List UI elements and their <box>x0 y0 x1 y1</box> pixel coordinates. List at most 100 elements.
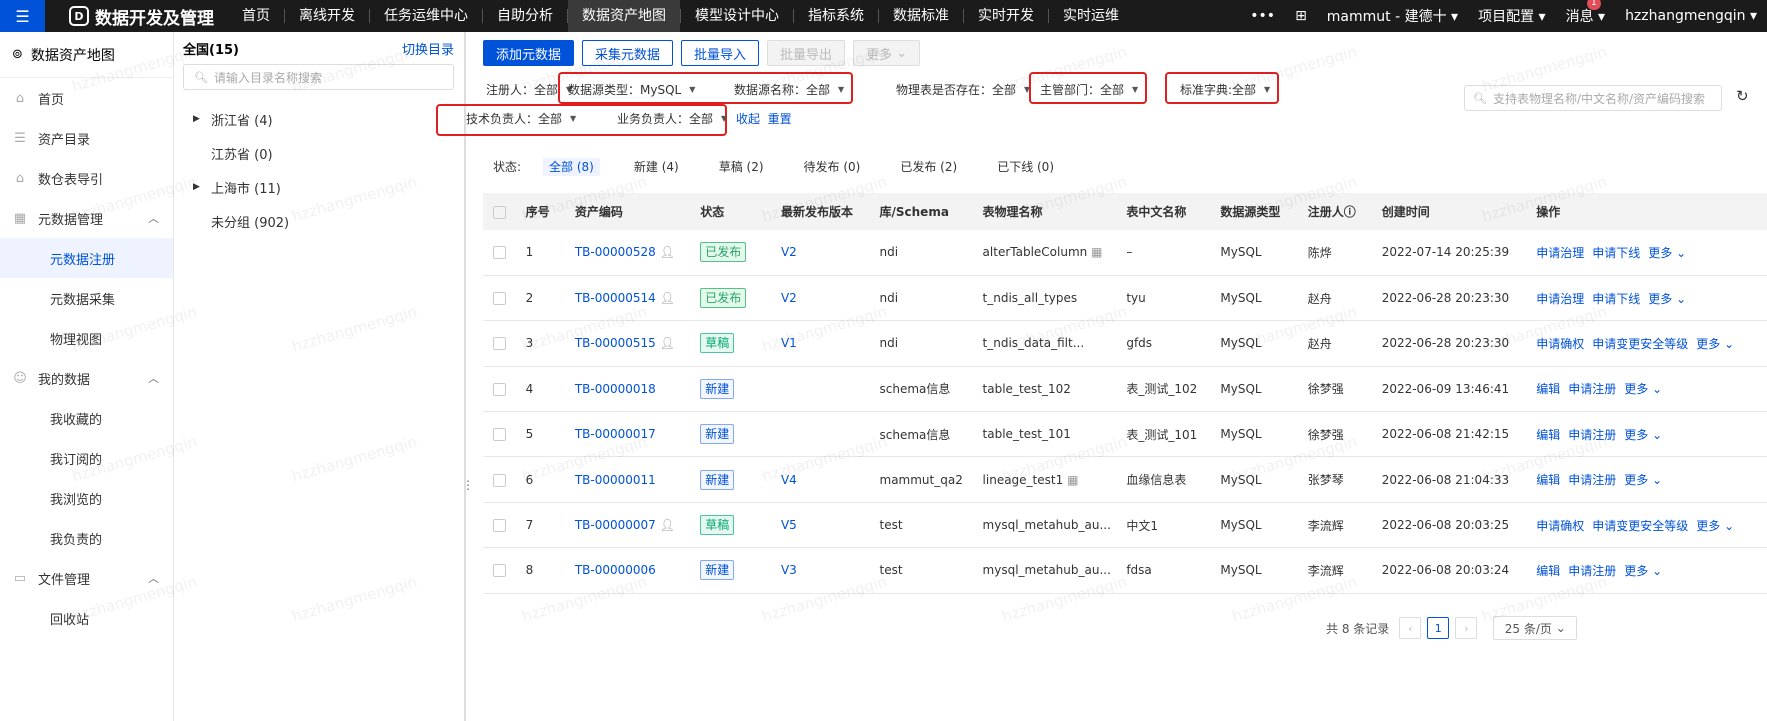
asset-code-link[interactable]: TB-00000006 <box>575 563 656 577</box>
asset-code-link[interactable]: TB-00000514 <box>575 291 656 305</box>
top-nav-item[interactable]: 离线开发 <box>285 0 369 32</box>
more-ops-menu[interactable]: 更多 ⌄ <box>1624 564 1662 578</box>
status-tab[interactable]: 已下线 (0) <box>991 158 1060 176</box>
op-link[interactable]: 编辑 <box>1536 564 1560 578</box>
op-link[interactable]: 申请变更安全等级 <box>1592 519 1688 533</box>
version-link[interactable]: V4 <box>781 473 797 487</box>
sidebar-group[interactable]: ▭ 文件管理 ︿ <box>0 558 173 598</box>
top-nav-item[interactable]: 实时运维 <box>1049 0 1133 32</box>
caret-right-icon[interactable]: ▶ <box>193 182 211 192</box>
version-link[interactable]: V1 <box>781 336 797 350</box>
op-link[interactable]: 申请注册 <box>1568 473 1616 487</box>
op-link[interactable]: 申请治理 <box>1536 246 1584 260</box>
op-link[interactable]: 编辑 <box>1536 382 1560 396</box>
asset-code-link[interactable]: TB-00000011 <box>575 473 656 487</box>
source-type-filter[interactable]: 数据源类型：MySQL ▼ <box>568 81 695 98</box>
row-checkbox[interactable] <box>493 246 506 260</box>
source-name-filter[interactable]: 数据源名称：全部 ▼ <box>734 81 844 98</box>
top-nav-item[interactable]: 数据资产地图 <box>568 0 680 32</box>
sidebar-subitem[interactable]: 元数据注册 <box>0 238 173 278</box>
op-link[interactable]: 申请变更安全等级 <box>1592 337 1688 351</box>
tree-search-input[interactable]: 🔍︎ 请输入目录名称搜索 <box>183 64 454 90</box>
sidebar-subitem[interactable]: 物理视图 <box>0 318 173 358</box>
collect-metadata-button[interactable]: 采集元数据 <box>582 40 674 66</box>
version-link[interactable]: V5 <box>781 518 797 532</box>
physical-exists-filter[interactable]: 物理表是否存在：全部 ▼ <box>896 81 1030 98</box>
menu-icon[interactable]: ☰ <box>0 0 45 32</box>
more-actions-button[interactable]: 更多 ⌄ <box>853 40 921 66</box>
messages-menu[interactable]: 消息 ▾ <box>1556 6 1615 26</box>
reset-link[interactable]: 重置 <box>768 110 792 127</box>
top-nav-item[interactable]: 实时开发 <box>964 0 1048 32</box>
std-dict-filter[interactable]: 标准字典:全部 ▼ <box>1180 81 1270 98</box>
op-link[interactable]: 申请注册 <box>1568 564 1616 578</box>
asset-code-link[interactable]: TB-00000017 <box>575 427 656 441</box>
project-selector[interactable]: mammut - 建德十 ▾ <box>1317 6 1468 26</box>
sidebar-subitem[interactable]: 回收站 <box>0 598 173 638</box>
tree-node[interactable]: 江苏省 (0) <box>175 136 464 170</box>
department-filter[interactable]: 主管部门：全部 ▼ <box>1040 81 1138 98</box>
status-tab[interactable]: 新建 (4) <box>628 158 685 176</box>
page-size-select[interactable]: 25 条/页 ⌄ <box>1493 616 1578 640</box>
sidebar-item[interactable]: ⌂ 首页 <box>0 78 173 118</box>
top-nav-item[interactable]: 指标系统 <box>794 0 878 32</box>
tree-node[interactable]: ▶ 上海市 (11) <box>175 170 464 204</box>
top-nav-item[interactable]: 任务运维中心 <box>370 0 482 32</box>
sidebar-group[interactable]: ▦ 元数据管理 ︿ <box>0 198 173 238</box>
more-ops-menu[interactable]: 更多 ⌄ <box>1624 473 1662 487</box>
version-link[interactable]: V2 <box>781 245 797 259</box>
add-metadata-button[interactable]: 添加元数据 <box>483 40 575 66</box>
more-ops-menu[interactable]: 更多 ⌄ <box>1624 382 1662 396</box>
op-link[interactable]: 编辑 <box>1536 473 1560 487</box>
op-link[interactable]: 申请注册 <box>1568 428 1616 442</box>
help-icon[interactable]: ⓘ <box>1344 205 1356 219</box>
top-nav-item[interactable]: 自助分析 <box>483 0 567 32</box>
asset-code-link[interactable]: TB-00000018 <box>575 382 656 396</box>
more-ops-menu[interactable]: 更多 ⌄ <box>1696 519 1734 533</box>
op-link[interactable]: 申请确权 <box>1536 519 1584 533</box>
asset-code-link[interactable]: TB-00000007 <box>575 518 656 532</box>
batch-import-button[interactable]: 批量导入 <box>681 40 760 66</box>
tech-owner-filter[interactable]: 技术负责人：全部 ▼ <box>466 110 576 127</box>
panel-resize-handle[interactable]: ⋮ <box>462 478 474 492</box>
status-tab[interactable]: 全部 (8) <box>543 158 600 176</box>
sidebar-subitem[interactable]: 我收藏的 <box>0 398 173 438</box>
tree-node[interactable]: 未分组 (902) <box>175 204 464 238</box>
more-nav-icon[interactable]: ••• <box>1240 8 1285 24</box>
switch-catalog-link[interactable]: 切换目录 <box>402 39 454 58</box>
sidebar-subitem[interactable]: 我浏览的 <box>0 478 173 518</box>
refresh-icon[interactable]: ↻ <box>1736 87 1749 105</box>
prev-page-icon[interactable]: ‹ <box>1399 617 1422 639</box>
status-tab[interactable]: 已发布 (2) <box>894 158 963 176</box>
top-nav-item[interactable]: 数据标准 <box>879 0 963 32</box>
select-all-checkbox[interactable] <box>493 205 506 219</box>
asset-code-link[interactable]: TB-00000515 <box>575 336 656 350</box>
status-tab[interactable]: 待发布 (0) <box>798 158 867 176</box>
top-nav-item[interactable]: 模型设计中心 <box>681 0 793 32</box>
row-checkbox[interactable] <box>493 564 506 578</box>
row-checkbox[interactable] <box>493 519 506 533</box>
op-link[interactable]: 申请下线 <box>1592 292 1640 306</box>
version-link[interactable]: V2 <box>781 291 797 305</box>
more-ops-menu[interactable]: 更多 ⌄ <box>1696 337 1734 351</box>
collapse-link[interactable]: 收起 <box>736 110 760 127</box>
biz-owner-filter[interactable]: 业务负责人：全部 ▼ <box>617 110 727 127</box>
batch-export-button[interactable]: 批量导出 <box>767 40 846 66</box>
version-link[interactable]: V3 <box>781 563 797 577</box>
more-ops-menu[interactable]: 更多 ⌄ <box>1624 428 1662 442</box>
more-ops-menu[interactable]: 更多 ⌄ <box>1648 246 1686 260</box>
op-link[interactable]: 申请下线 <box>1592 246 1640 260</box>
next-page-icon[interactable]: › <box>1455 617 1478 639</box>
tree-node[interactable]: ▶ 浙江省 (4) <box>175 102 464 136</box>
sidebar-subitem[interactable]: 元数据采集 <box>0 278 173 318</box>
page-number[interactable]: 1 <box>1427 617 1450 639</box>
row-checkbox[interactable] <box>493 428 506 442</box>
op-link[interactable]: 申请治理 <box>1536 292 1584 306</box>
row-checkbox[interactable] <box>493 292 506 306</box>
asset-search-input[interactable]: 🔍︎ 支持表物理名称/中文名称/资产编码搜索 <box>1464 85 1722 111</box>
sidebar-subitem[interactable]: 我订阅的 <box>0 438 173 478</box>
sidebar-item[interactable]: ⌂ 数仓表导引 <box>0 158 173 198</box>
sidebar-subitem[interactable]: 我负责的 <box>0 518 173 558</box>
op-link[interactable]: 申请确权 <box>1536 337 1584 351</box>
op-link[interactable]: 申请注册 <box>1568 382 1616 396</box>
